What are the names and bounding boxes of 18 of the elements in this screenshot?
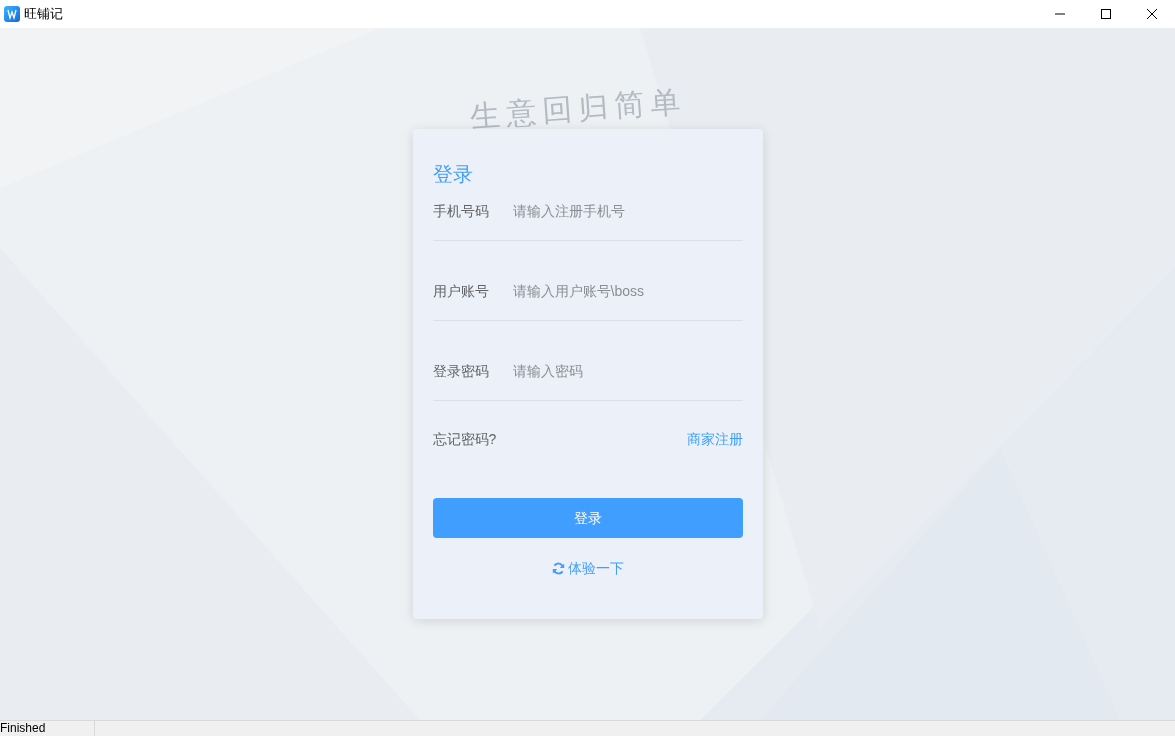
window-title: 旺铺记 [24, 5, 63, 24]
register-link[interactable]: 商家注册 [686, 429, 743, 450]
field-label: 手机号码 [432, 202, 490, 221]
login-title: 登录 [432, 162, 474, 187]
status-text: Finished [0, 721, 47, 736]
maximize-icon [1101, 9, 1111, 19]
field-label: 用户账号 [432, 282, 490, 301]
refresh-icon [551, 562, 565, 575]
input-field[interactable]: 请输入密码 [512, 357, 743, 385]
field-label: 登录密码 [432, 362, 490, 381]
close-icon [1147, 9, 1157, 19]
input-field[interactable]: 请输入用户账号\boss [512, 277, 743, 305]
forgot-password-link[interactable]: 忘记密码? [432, 429, 497, 450]
trial-link[interactable]: 体验一下 [551, 558, 624, 579]
slogan-text: 生意回归简单 [468, 82, 688, 136]
app-logo-icon [4, 6, 20, 22]
input-field[interactable]: 请输入注册手机号 [512, 197, 743, 225]
login-button[interactable]: 登录 [432, 498, 743, 538]
